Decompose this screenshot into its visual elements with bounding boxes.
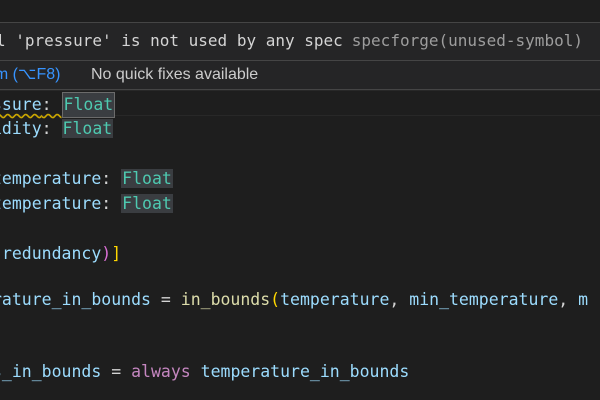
diagnostic-message: l 'pressure' is not used by any spec bbox=[0, 31, 343, 50]
symbol-name: rature_in_bounds bbox=[0, 290, 151, 309]
hover-actions: em (⌥F8) No quick fixes available bbox=[0, 60, 600, 90]
type-annotation: Float bbox=[121, 194, 173, 213]
open-paren: ( bbox=[270, 290, 281, 309]
type-annotation: Float bbox=[121, 169, 173, 188]
diagnostic-hover-widget: l 'pressure' is not used by any spec spec… bbox=[0, 22, 600, 90]
symbol-name: temperature bbox=[0, 194, 102, 213]
symbol-name: temperature bbox=[0, 169, 102, 188]
view-problem-link[interactable]: em (⌥F8) bbox=[0, 60, 60, 90]
argument: m bbox=[578, 290, 589, 309]
symbol-name: ssure bbox=[0, 95, 42, 114]
code-line[interactable]: (redundancy)] bbox=[0, 242, 121, 266]
quick-fix-status: No quick fixes available bbox=[91, 66, 259, 83]
code-line[interactable]: temperature: Float bbox=[0, 192, 173, 216]
close-paren: ) bbox=[101, 244, 112, 263]
close-bracket: ] bbox=[111, 244, 122, 263]
code-line[interactable]: ssure: Float bbox=[0, 92, 116, 118]
code-line[interactable]: idity: Float bbox=[0, 117, 114, 141]
keyword: always bbox=[131, 362, 191, 381]
code-line[interactable]: temperature: Float bbox=[0, 167, 173, 191]
unused-symbol-warning[interactable]: ssure: Float bbox=[0, 92, 116, 118]
code-editor[interactable]: l 'pressure' is not used by any spec spec… bbox=[0, 0, 600, 400]
editor-top-strip bbox=[0, 0, 600, 22]
code-line[interactable]: s_in_bounds = always temperature_in_boun… bbox=[0, 360, 409, 384]
type-annotation: Float bbox=[61, 119, 114, 138]
equals: = bbox=[150, 290, 181, 309]
symbol-name: s_in_bounds bbox=[0, 362, 102, 381]
comma: , bbox=[558, 290, 579, 309]
code-line[interactable]: rature_in_bounds = in_bounds(temperature… bbox=[0, 288, 588, 312]
symbol-name: temperature_in_bounds bbox=[200, 362, 410, 381]
comma: , bbox=[389, 290, 410, 309]
hover-message: l 'pressure' is not used by any spec spec… bbox=[0, 30, 600, 52]
type-annotation: Float bbox=[61, 92, 116, 118]
colon: : bbox=[101, 169, 122, 188]
function-name: in_bounds bbox=[180, 290, 271, 309]
diagnostic-source: specforge(unused-symbol) bbox=[351, 31, 583, 50]
colon: : bbox=[41, 95, 62, 114]
annotation-text: redundancy bbox=[1, 244, 102, 263]
colon: : bbox=[101, 194, 122, 213]
symbol-name: idity bbox=[0, 119, 42, 138]
argument: min_temperature bbox=[409, 290, 559, 309]
colon: : bbox=[41, 119, 62, 138]
argument: temperature bbox=[280, 290, 390, 309]
equals: = bbox=[101, 362, 132, 381]
